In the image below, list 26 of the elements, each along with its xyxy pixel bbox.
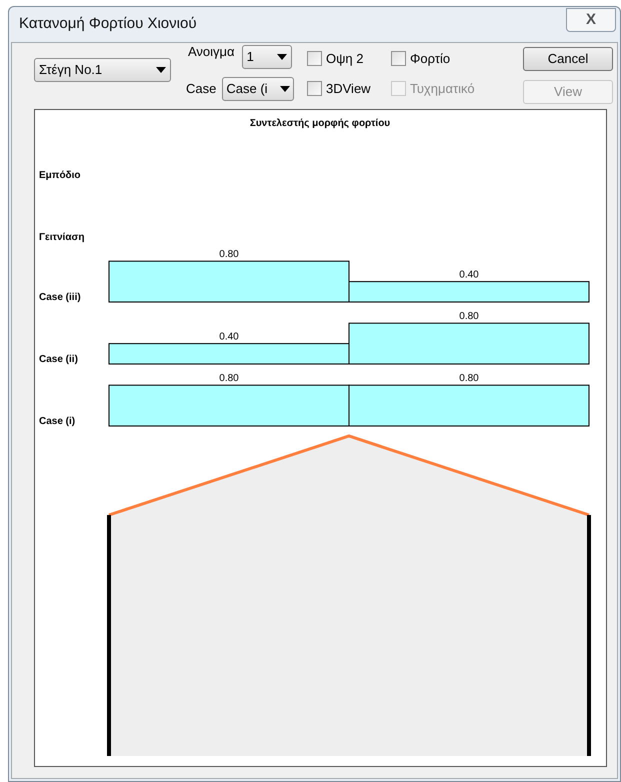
checkbox[interactable]: Οψη 2: [307, 49, 391, 68]
bar-value: 0.40: [459, 270, 479, 281]
dropdown-arrow-icon: [280, 86, 290, 92]
bar-value: 0.80: [459, 373, 479, 384]
row-label: Γειτνίαση: [39, 232, 84, 243]
dropdown-arrow-icon: [276, 54, 287, 60]
bar-value: 0.40: [219, 332, 239, 343]
checkbox[interactable]: Φορτίο: [391, 49, 507, 68]
diagram-title: Συντελεστής μορφής φορτίου: [250, 118, 390, 129]
dropdown-arrow-icon: [156, 67, 166, 73]
bar-value: 0.80: [459, 311, 479, 322]
bar-value: 0.80: [219, 249, 239, 260]
checkbox[interactable]: 3DView: [307, 78, 391, 98]
case-dropdown[interactable]: Case (i: [222, 77, 294, 101]
roof-dropdown[interactable]: Στέγη No.1: [34, 58, 171, 82]
row-label: Case (ii): [39, 354, 78, 365]
case-label: Case: [186, 80, 216, 98]
close-button[interactable]: X: [566, 8, 616, 32]
window-title: Κατανομή Φορτίου Χιονιού: [19, 14, 197, 34]
span-dropdown[interactable]: 1: [242, 45, 292, 69]
span-label: Ανοιγμα: [188, 43, 235, 62]
dialog-button[interactable]: Cancel: [523, 47, 613, 71]
row-label: Case (iii): [39, 292, 81, 303]
row-label: Case (i): [39, 416, 76, 427]
bar-value: 0.80: [219, 373, 239, 384]
row-label: Εμπόδιο: [39, 170, 81, 181]
